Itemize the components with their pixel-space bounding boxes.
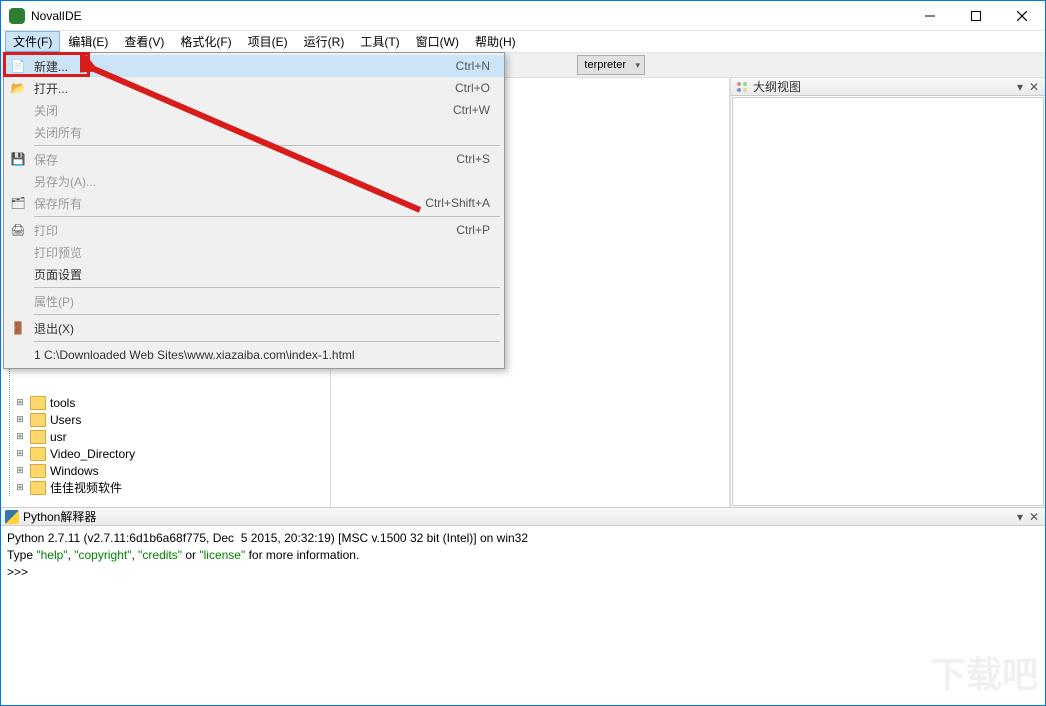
folder-icon [30, 430, 46, 444]
interpreter-select[interactable]: terpreter [577, 55, 645, 75]
panel-menu-icon[interactable]: ▾ [1013, 80, 1027, 94]
menu-tools[interactable]: 工具(T) [352, 31, 407, 52]
expand-icon[interactable] [10, 448, 30, 459]
minimize-button[interactable] [907, 1, 953, 31]
panel-menu-icon[interactable]: ▾ [1013, 510, 1027, 524]
menu-separator [34, 341, 500, 342]
app-icon [9, 8, 25, 24]
tree-label: 佳佳视频软件 [50, 479, 122, 496]
open-file-icon: 📂 [8, 81, 28, 95]
console-body[interactable]: Python 2.7.11 (v2.7.11:6d1b6a68f775, Dec… [1, 526, 1045, 705]
menu-window[interactable]: 窗口(W) [408, 31, 467, 52]
menu-edit[interactable]: 编辑(E) [60, 31, 116, 52]
console-line: Type "help", "copyright", "credits" or "… [7, 548, 359, 562]
outline-icon [735, 80, 749, 94]
menu-separator [34, 287, 500, 288]
titlebar: NovalIDE [1, 1, 1045, 31]
menu-properties[interactable]: 属性(P) [4, 290, 504, 312]
console-title: Python解释器 [23, 508, 1013, 525]
menu-view[interactable]: 查看(V) [116, 31, 172, 52]
close-button[interactable] [999, 1, 1045, 31]
menu-exit[interactable]: 🚪 退出(X) [4, 317, 504, 339]
tree-row[interactable]: Windows [10, 462, 330, 479]
menu-file[interactable]: 文件(F) [5, 31, 60, 52]
tree-label: Windows [50, 464, 99, 478]
panel-close-icon[interactable]: ✕ [1027, 510, 1041, 524]
folder-icon [30, 396, 46, 410]
outline-header[interactable]: 大纲视图 ▾ ✕ [731, 78, 1045, 96]
annotation-highlight-box [3, 52, 90, 77]
outline-body [732, 97, 1044, 506]
console-pane: Python解释器 ▾ ✕ Python 2.7.11 (v2.7.11:6d1… [1, 507, 1045, 705]
menu-page-setup[interactable]: 页面设置 [4, 263, 504, 285]
maximize-icon [971, 11, 981, 21]
menu-separator [34, 314, 500, 315]
console-line: Python 2.7.11 (v2.7.11:6d1b6a68f775, Dec… [7, 531, 528, 545]
folder-icon [30, 447, 46, 461]
expand-icon[interactable] [10, 465, 30, 476]
expand-icon[interactable] [10, 482, 30, 493]
tree-row[interactable]: usr [10, 428, 330, 445]
tree-label: usr [50, 430, 67, 444]
outline-pane: 大纲视图 ▾ ✕ [730, 78, 1045, 507]
save-all-icon: 🗂 [8, 196, 28, 210]
tree-label: Video_Directory [50, 447, 135, 461]
outline-title: 大纲视图 [753, 78, 1013, 95]
tree-row[interactable]: Video_Directory [10, 445, 330, 462]
minimize-icon [925, 11, 935, 21]
menu-print-preview[interactable]: 打印预览 [4, 241, 504, 263]
menu-help[interactable]: 帮助(H) [467, 31, 524, 52]
folder-icon [30, 481, 46, 495]
window-title: NovalIDE [31, 9, 907, 23]
tree-row[interactable]: Users [10, 411, 330, 428]
exit-icon: 🚪 [8, 321, 28, 335]
tree-label: tools [50, 396, 75, 410]
console-header[interactable]: Python解释器 ▾ ✕ [1, 508, 1045, 526]
python-icon [5, 510, 19, 524]
menu-format[interactable]: 格式化(F) [172, 31, 239, 52]
folder-icon [30, 464, 46, 478]
save-icon: 💾 [8, 152, 28, 166]
maximize-button[interactable] [953, 1, 999, 31]
tree-row[interactable]: tools [10, 394, 330, 411]
window-buttons [907, 1, 1045, 31]
menubar: 文件(F) 编辑(E) 查看(V) 格式化(F) 项目(E) 运行(R) 工具(… [1, 31, 1045, 53]
menu-recent-1[interactable]: 1 C:\Downloaded Web Sites\www.xiazaiba.c… [4, 344, 504, 366]
annotation-arrow [80, 55, 430, 225]
tree-label: Users [50, 413, 81, 427]
folder-icon [30, 413, 46, 427]
menu-project[interactable]: 项目(E) [240, 31, 296, 52]
expand-icon[interactable] [10, 431, 30, 442]
print-icon: 🖨 [8, 223, 28, 237]
panel-close-icon[interactable]: ✕ [1027, 80, 1041, 94]
expand-icon[interactable] [10, 414, 30, 425]
tree-row[interactable]: 佳佳视频软件 [10, 479, 330, 496]
expand-icon[interactable] [10, 397, 30, 408]
menu-run[interactable]: 运行(R) [296, 31, 353, 52]
close-icon [1017, 11, 1027, 21]
console-prompt: >>> [7, 565, 31, 579]
